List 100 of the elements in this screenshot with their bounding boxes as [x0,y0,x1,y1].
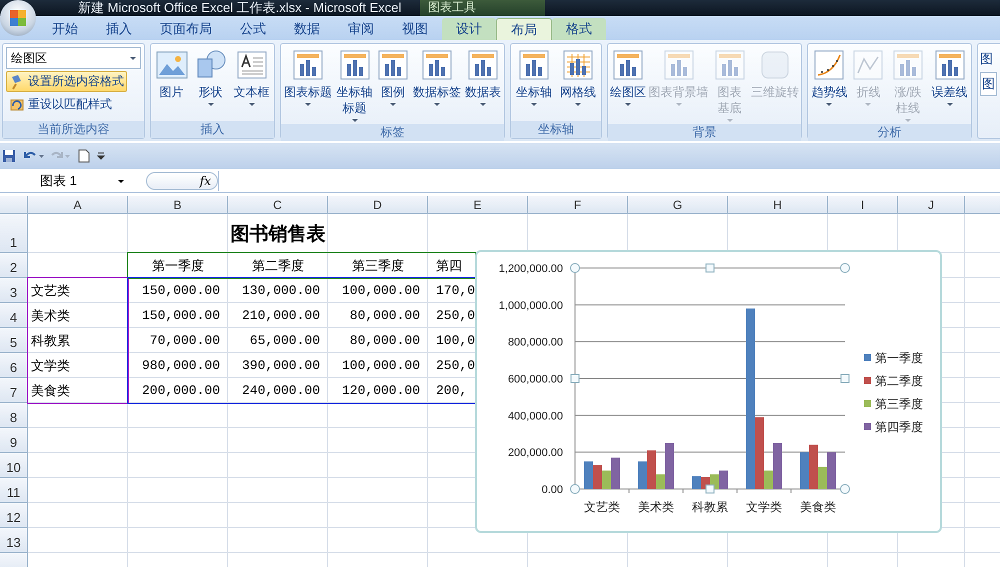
column-header[interactable]: A [28,196,128,214]
rounded-square-icon [758,49,791,81]
column-header[interactable]: E [428,196,528,214]
row-header[interactable]: 2 [0,253,28,278]
table-cell-text: 科教累 [30,332,71,350]
ribbon-tab[interactable]: 视图 [388,18,442,40]
ribbon-tab[interactable]: 设计 [442,18,496,40]
picture-icon [156,49,188,81]
ribbon-tab[interactable]: 开始 [38,18,92,40]
selection-handle[interactable] [570,484,580,494]
save-icon[interactable] [2,149,16,163]
row-header[interactable]: 8 [0,403,28,428]
row-header[interactable]: 4 [0,303,28,328]
ribbon-button[interactable]: 坐标轴标题 [336,47,374,124]
table-cell-text: 100,000.00 [340,357,421,375]
selection-handle[interactable] [706,484,714,494]
ribbon-button[interactable]: 图表标题 [284,47,332,124]
grid-chart-icon [562,49,594,81]
chart-element-dropdown[interactable]: 绘图区 [6,47,141,69]
office-button[interactable] [0,0,36,36]
row-header[interactable]: 5 [0,328,28,353]
ribbon-tab[interactable]: 审阅 [334,18,388,40]
ribbon-button[interactable]: 图片 [156,47,188,121]
ribbon-button[interactable]: 形状 [194,47,226,121]
axis-tick-label: 400,000.00 [508,410,563,422]
ribbon-tab[interactable]: 布局 [496,18,552,40]
ribbon-button[interactable]: 图例 [377,47,410,124]
selection-handle[interactable] [570,374,580,383]
ribbon-button[interactable]: 图 [980,72,997,96]
bar-chart-icon [612,49,644,81]
row-header[interactable]: 3 [0,278,28,303]
column-header[interactable]: F [528,196,628,214]
axis-tick-label: 200,000.00 [508,447,563,460]
column-header[interactable]: C [228,196,328,214]
column-header[interactable]: H [728,196,828,214]
column-header[interactable]: J [898,196,965,214]
ribbon-button[interactable]: 误差线 [932,47,968,124]
selection-handle[interactable] [570,263,580,273]
row-header[interactable]: 6 [0,353,28,378]
select-all-corner[interactable] [0,196,28,214]
selection-handle[interactable] [840,484,850,494]
table-cell-text: 80,000.00 [348,307,421,325]
table-cell-text: 150,000.00 [140,282,221,300]
table-cell-text: 200,000.00 [140,382,221,400]
table-cell-text: 170,0 [435,282,476,300]
ribbon-button[interactable]: 文本框 [234,47,270,121]
name-box[interactable]: 图表 1 [0,171,130,191]
ribbon-button[interactable]: 重设以匹配样式 [6,94,115,115]
text-box-icon [236,49,268,81]
table-cell-text: 390,000.00 [240,357,321,375]
bar-chart-icon [377,49,410,81]
table-cell-text: 美术类 [30,306,71,324]
insert-function-button[interactable]: fx [146,172,218,190]
group-title: 背景 [608,124,801,141]
ribbon-tab[interactable]: 格式 [552,18,606,40]
row-header[interactable]: 9 [0,428,28,453]
window-title: 新建 Microsoft Office Excel 工作表.xlsx - Microsoft Excel [78,0,402,17]
group-title: 标签 [281,124,504,141]
row-header[interactable]: 7 [0,378,28,403]
row-header[interactable]: 11 [0,478,28,503]
ribbon-button[interactable]: 数据标签 [413,47,462,124]
category-label: 科教累 [692,500,728,514]
bar-chart-icon [934,49,966,81]
new-document-icon[interactable] [78,149,90,163]
axis-tick-label: 600,000.00 [508,374,563,386]
column-header[interactable]: D [328,196,428,214]
table-cell-text: 130,000.00 [240,282,321,300]
ribbon-tab[interactable]: 数据 [280,18,334,40]
ribbon-tab[interactable]: 公式 [226,18,280,40]
ribbon-button[interactable]: 趋势线 [811,47,848,124]
column-header[interactable] [965,196,1000,214]
selection-handle[interactable] [706,264,714,272]
table-cell-text: 65,000.00 [248,332,321,350]
ribbon-button[interactable]: 网格线 [560,47,596,121]
ribbon-button[interactable]: 绘图区 [610,47,646,124]
ribbon-tab[interactable]: 页面布局 [146,18,226,40]
row-header[interactable]: 10 [0,453,28,478]
selection-handle[interactable] [840,263,850,273]
ribbon-tab[interactable]: 插入 [92,18,146,40]
chart-area[interactable]: 0.00 200,000.00 400,000.00 600,000.00 800,000.00 1,000,000.00 1,200,000.00 文艺类 美术类 科教累 文学类 美食类 第一季度 第二季度 第三季度 第四季度 [475,250,942,533]
column-header[interactable]: G [628,196,728,214]
trendline-icon [813,49,846,81]
column-header[interactable]: I [828,196,898,214]
bar[interactable] [818,466,827,489]
table-cell-text: 第三季度 [351,256,405,274]
bar-chart-icon [466,49,499,81]
category-label: 文艺类 [584,500,620,514]
legend-label: 第二季度 [875,374,923,388]
category-label: 文学类 [746,500,782,514]
ribbon-button[interactable]: 设置所选内容格式 [6,71,127,92]
row-header[interactable]: 1 [0,214,28,253]
ribbon-button[interactable]: 数据表 [464,47,501,124]
row-header[interactable]: 13 [0,528,28,553]
ribbon-button[interactable]: 坐标轴 [516,47,552,121]
customize-icon[interactable] [96,151,106,161]
selection-handle[interactable] [840,374,850,383]
category-label: 美食类 [800,500,836,514]
row-header[interactable]: 12 [0,503,28,528]
column-header[interactable]: B [128,196,228,214]
table-cell-text: 第二季度 [251,256,305,274]
